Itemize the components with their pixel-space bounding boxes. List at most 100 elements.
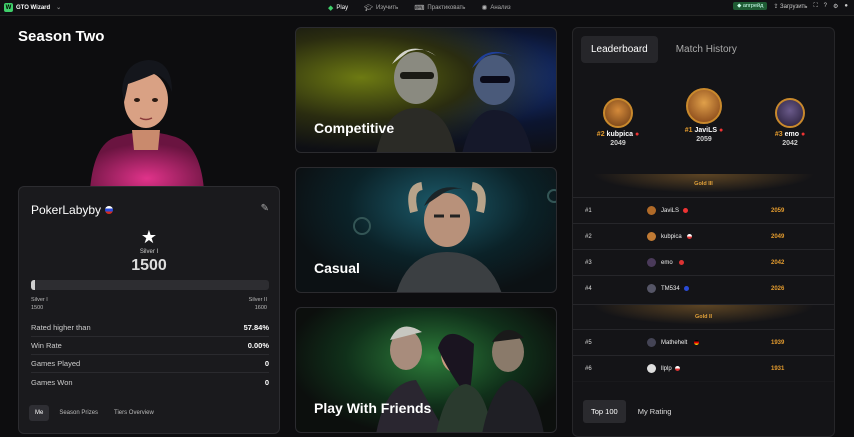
mode-label: Casual [314,260,360,276]
screenshot-icon[interactable]: ⛶ [813,3,817,10]
podium-third[interactable]: #3 emo ● 2042 [755,98,825,147]
table-row[interactable]: #4 TM534 2026 [573,275,834,301]
row-name: emo [661,259,673,266]
rank-star-icon: ★ [140,227,158,247]
user-icon[interactable]: ● [844,3,848,9]
mode-play-with-friends[interactable]: Play With Friends [295,307,557,433]
app-logo[interactable]: W GTO Wizard ⌄ [4,3,61,12]
mode-label: Play With Friends [314,400,432,416]
podium-rank: #2 [596,131,605,138]
flag-icon [694,340,699,345]
mode-competitive[interactable]: Competitive [295,27,557,153]
flag-icon [683,208,688,213]
podium-name-text: kubpica [606,131,633,138]
flag-icon: ● [800,131,806,138]
avatar [647,364,656,373]
podium-name-text: JaviLS [694,127,718,134]
podium-rank: #3 [774,131,783,138]
stat-row: Games Won 0 [31,373,269,391]
stat-label: Games Played [31,359,81,368]
edit-icon[interactable]: ✎ [261,203,269,214]
table-row[interactable]: #1 JaviLS 2059 [573,197,834,223]
row-score: 1931 [771,365,785,372]
sun-icon: ✺ [481,5,488,12]
tab-top-100[interactable]: Top 100 [583,400,626,423]
table-row[interactable]: #2 kubpica 2049 [573,223,834,249]
row-name: TM534 [661,285,680,292]
podium-second[interactable]: #2 kubpica ● 2049 [583,98,653,147]
upgrade-label: апгрейд [742,3,764,9]
main-nav: ◆ Play 🎓︎ Изучить ⌨ Практиковать ✺ Анализ [328,0,511,16]
podium-name-text: emo [784,131,799,138]
row-name: JaviLS [661,207,680,214]
upload-button[interactable]: ⇪ Загрузить [773,3,807,10]
avatar [647,284,656,293]
podium-first[interactable]: #1 JaviLS ● 2059 [669,88,739,143]
tab-match-history[interactable]: Match History [666,36,747,63]
tab-season-prizes[interactable]: Season Prizes [53,405,104,421]
table-row[interactable]: #6 llplp 1931 [573,355,834,381]
tier-high: Silver II 1600 [249,296,267,312]
top-bar: W GTO Wizard ⌄ ◆ Play 🎓︎ Изучить ⌨ Практико… [0,0,854,16]
upgrade-button[interactable]: ◆ апгрейд [733,2,768,10]
stat-label: Win Rate [31,341,62,350]
tab-tiers-overview[interactable]: Tiers Overview [108,405,160,421]
settings-icon[interactable]: ⚙ [833,3,838,10]
row-name: Mathehelt [661,339,688,346]
nav-practice-label: Практиковать [427,5,466,11]
table-row[interactable]: #5 Mathehelt 1939 [573,329,834,355]
row-score: 1939 [771,339,785,346]
mode-casual[interactable]: Casual [295,167,557,293]
nav-study-label: Изучить [375,5,399,11]
flag-icon [684,286,689,291]
avatar [686,88,722,124]
podium-rank: #1 [684,127,693,134]
graduation-cap-icon: 🎓︎ [364,5,373,12]
nav-practice[interactable]: ⌨ Практиковать [414,4,465,12]
upload-icon: ⇪ [773,3,779,10]
stat-value: 0.00% [247,341,269,350]
flag-icon [105,206,114,214]
gamepad-icon: ⌨ [414,5,425,12]
tab-my-rating[interactable]: My Rating [630,400,680,423]
avatar [647,258,656,267]
stats-list: Rated higher than 57.84% Win Rate 0.00% Ga… [31,319,269,391]
stat-value: 0 [264,377,269,387]
nav-play[interactable]: ◆ Play [328,4,348,12]
leaderboard-panel: Leaderboard Match History #2 kubpica ● 2… [572,27,835,437]
rating-value: 1500 [131,257,167,274]
tier-label: Gold III [694,181,713,187]
row-rank: #2 [585,233,592,240]
app-name: GTO Wizard [16,4,51,11]
stat-value: 57.84% [243,323,269,332]
nav-study[interactable]: 🎓︎ Изучить [364,4,398,12]
table-row[interactable]: #3 emo 2042 [573,249,834,275]
help-icon[interactable]: ? [824,3,827,9]
avatar [775,98,805,128]
rank-progress-fill [31,280,35,290]
upload-label: Загрузить [780,3,808,10]
tier-divider: Gold III [573,174,834,196]
tab-leaderboard[interactable]: Leaderboard [581,36,658,63]
podium-name: #3 emo ● [755,131,825,138]
avatar [647,206,656,215]
profile-name-text: PokerLabyby [31,203,102,217]
flag-icon: ● [634,131,640,138]
avatar [603,98,633,128]
tab-me[interactable]: Me [29,405,50,421]
row-name: llplp [661,365,672,372]
season-title: Season Two [18,28,105,45]
podium-score: 2059 [696,136,712,143]
nav-analyze[interactable]: ✺ Анализ [481,4,510,12]
row-rank: #1 [585,207,592,214]
stat-row: Win Rate 0.00% [31,337,269,355]
wizard-logo-icon: W [4,3,13,12]
row-score: 2059 [771,207,785,214]
tier-high-value: 1600 [254,305,267,311]
row-score: 2026 [771,285,785,292]
flag-icon [679,260,684,265]
chevron-down-icon[interactable]: ⌄ [56,4,61,11]
flag-icon [687,234,692,239]
row-score: 2049 [771,233,785,240]
stat-label: Rated higher than [31,323,91,332]
